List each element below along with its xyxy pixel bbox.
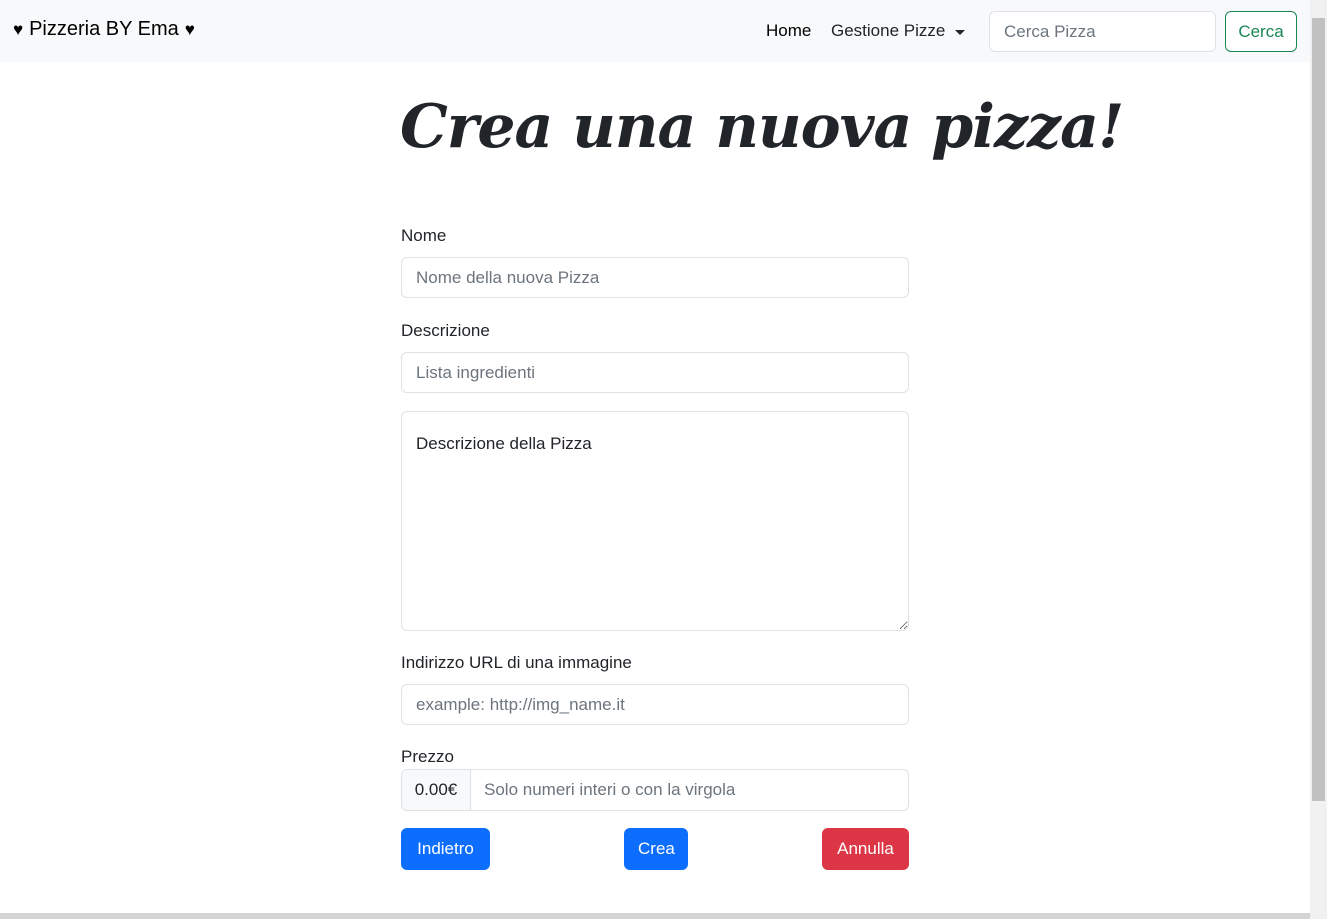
prezzo-addon: 0.00€ xyxy=(401,769,471,811)
navbar: ♥ Pizzeria BY Ema ♥ Home Gestione Pizze … xyxy=(0,0,1310,62)
caret-down-icon xyxy=(955,29,966,35)
ingredienti-input[interactable] xyxy=(401,352,909,393)
heart-icon: ♥ xyxy=(13,20,24,39)
vertical-scrollbar-thumb[interactable] xyxy=(1312,18,1325,801)
immagine-url-input[interactable] xyxy=(401,684,909,725)
prezzo-input[interactable] xyxy=(471,769,909,811)
back-button[interactable]: Indietro xyxy=(401,828,490,870)
navbar-brand[interactable]: ♥ Pizzeria BY Ema ♥ xyxy=(13,18,195,41)
create-button[interactable]: Crea xyxy=(624,828,688,870)
nome-label: Nome xyxy=(401,226,447,245)
search-button[interactable]: Cerca xyxy=(1225,11,1297,52)
brand-text: Pizzeria BY Ema xyxy=(29,18,179,40)
nav-link-home[interactable]: Home xyxy=(766,21,811,41)
page-title: Crea una nuova pizza! xyxy=(400,92,1124,162)
prezzo-input-group: 0.00€ xyxy=(401,769,909,811)
search-input[interactable] xyxy=(989,11,1216,52)
nome-input[interactable] xyxy=(401,257,909,298)
immagine-label: Indirizzo URL di una immagine xyxy=(401,653,632,672)
cancel-button[interactable]: Annulla xyxy=(822,828,909,870)
descrizione-label: Descrizione xyxy=(401,321,490,340)
prezzo-label: Prezzo xyxy=(401,747,454,766)
nav-dropdown-gestione-pizze[interactable]: Gestione Pizze xyxy=(831,21,966,41)
heart-icon: ♥ xyxy=(184,20,195,39)
descrizione-textarea[interactable] xyxy=(401,411,909,631)
nav-dropdown-label: Gestione Pizze xyxy=(831,21,946,40)
horizontal-scrollbar[interactable] xyxy=(0,913,1310,919)
